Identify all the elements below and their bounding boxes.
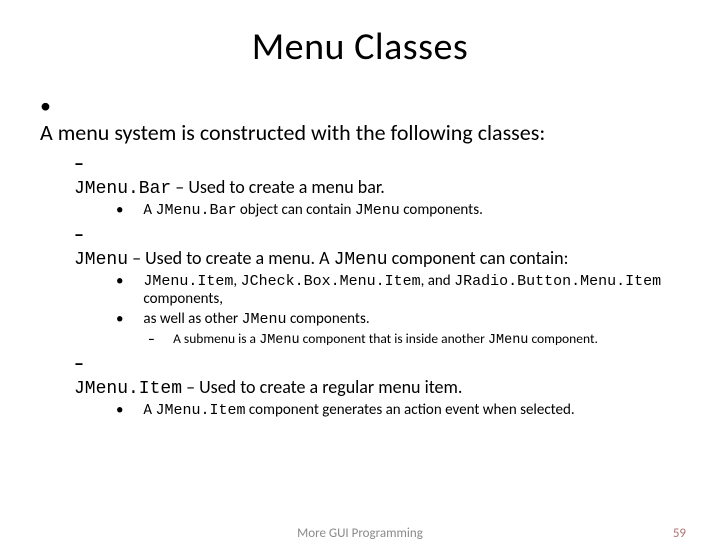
plain-text: – Used to create a regular menu item. [182,376,462,398]
code-text: JCheck.Box.Menu.Item [241,273,421,290]
plain-text: components, [143,290,223,308]
bullet-list-lvl3: JMenu.Item, JCheck.Box.Menu.Item, and JR… [74,272,684,348]
bullet-text: JMenu.Item, JCheck.Box.Menu.Item, and JR… [143,272,683,308]
bullet-lvl4: A submenu is a JMenu component that is i… [148,330,684,348]
plain-text: A submenu is a [173,330,259,347]
bullet-lvl3: as well as other JMenu components. A sub… [116,310,684,348]
bullet-lvl3: JMenu.Item, JCheck.Box.Menu.Item, and JR… [116,272,684,308]
bullet-text: A JMenu.Bar object can contain JMenu com… [143,201,683,219]
bullet-lvl1: A menu system is constructed with the fo… [40,92,684,419]
code-text: JMenu.Bar [155,202,236,219]
code-text: JMenu [74,250,128,270]
plain-text: as well as other [143,310,241,328]
code-text: JMenu [488,333,529,348]
bullet-text: JMenu – Used to create a menu. A JMenu c… [74,247,654,270]
bullet-lvl3: A JMenu.Bar object can contain JMenu com… [116,201,684,219]
bullet-text: JMenu.Item – Used to create a regular me… [74,376,654,399]
bullet-text: A submenu is a JMenu component that is i… [173,330,683,348]
bullet-list-lvl3: A JMenu.Bar object can contain JMenu com… [74,201,684,219]
code-text: JMenu [334,250,388,270]
code-text: JMenu.Bar [74,179,171,199]
bullet-list-root: A menu system is constructed with the fo… [36,92,684,419]
bullet-lvl3: A JMenu.Item component generates an acti… [116,401,684,419]
plain-text: A [143,401,155,419]
bullet-text: as well as other JMenu components. [143,310,683,328]
plain-text: component can contain: [388,247,569,269]
plain-text: A [143,201,155,219]
bullet-lvl2: JMenu.Item – Used to create a regular me… [74,352,684,419]
code-text: JMenu.Item [143,273,233,290]
footer-title: More GUI Programming [297,526,423,540]
slide: Menu Classes A menu system is constructe… [0,0,720,540]
plain-text: – Used to create a menu bar. [171,176,385,198]
slide-title: Menu Classes [36,24,684,70]
code-text: JRadio.Button.Menu.Item [454,273,661,290]
plain-text: – Used to create a menu. A [128,247,334,269]
bullet-text: A menu system is constructed with the fo… [40,119,654,146]
code-text: JMenu [242,311,287,328]
plain-text: object can contain [237,201,355,219]
code-text: JMenu.Item [74,379,182,399]
bullet-list-lvl4: A submenu is a JMenu component that is i… [116,330,684,348]
code-text: JMenu [355,202,400,219]
bullet-list-lvl3: A JMenu.Item component generates an acti… [74,401,684,419]
plain-text: components. [400,201,483,219]
bullet-lvl2: JMenu – Used to create a menu. A JMenu c… [74,223,684,348]
bullet-list-lvl2: JMenu.Bar – Used to create a menu bar. A… [40,152,684,419]
plain-text: , [233,272,240,290]
plain-text: component. [528,330,597,347]
plain-text: components. [287,310,370,328]
bullet-text: A JMenu.Item component generates an acti… [143,401,683,419]
plain-text: , and [421,272,454,290]
bullet-lvl2: JMenu.Bar – Used to create a menu bar. A… [74,152,684,219]
bullet-text: JMenu.Bar – Used to create a menu bar. [74,176,654,199]
code-text: JMenu [259,333,300,348]
page-number: 59 [673,526,686,540]
code-text: JMenu.Item [155,402,245,419]
plain-text: component generates an action event when… [246,401,575,419]
plain-text: component that is inside another [300,330,488,347]
